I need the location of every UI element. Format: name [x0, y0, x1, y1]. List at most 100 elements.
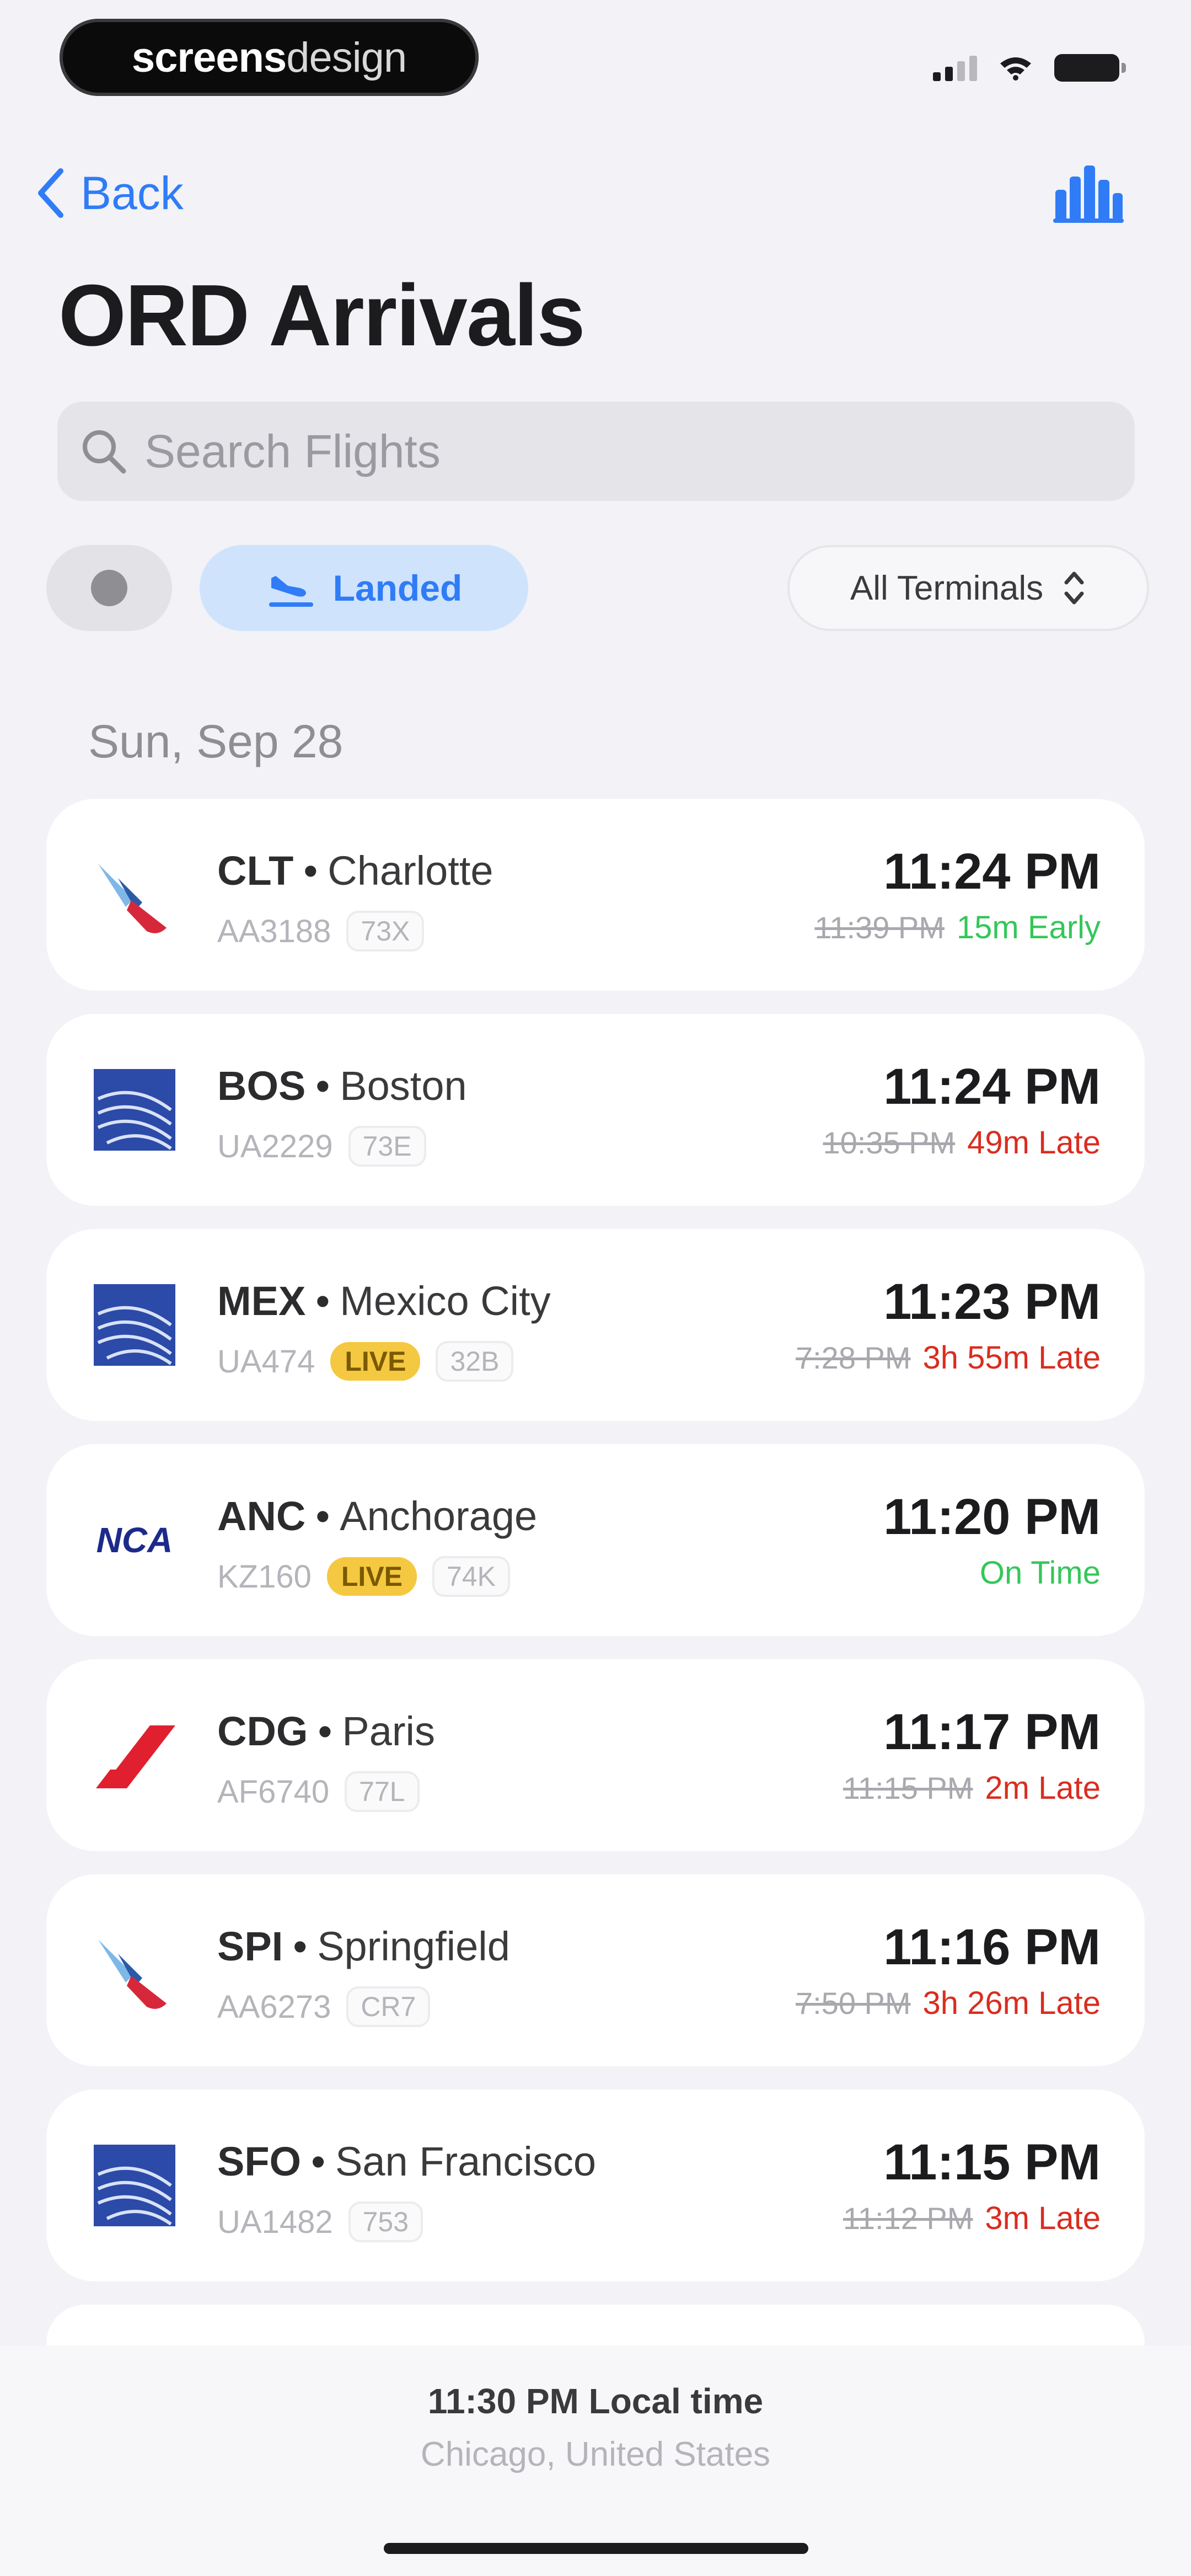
flight-card-bos[interactable]: BOS • Boston UA2229 73E 11:24 PM 10:35 PM …: [46, 1014, 1145, 1206]
svg-text:NCA: NCA: [96, 1520, 173, 1560]
bottom-bar: 11:30 PM Local time Chicago, United Stat…: [0, 2345, 1191, 2576]
search-icon: [83, 430, 126, 474]
city-name: Springfield: [317, 1923, 510, 1969]
terminal-select-label: All Terminals: [850, 569, 1044, 607]
arrival-time: 11:23 PM: [883, 1274, 1101, 1330]
nca-logo: NCA: [85, 1490, 184, 1590]
filter-bar: Landed All Terminals: [46, 545, 1149, 631]
flight-number: UA474: [217, 1343, 315, 1380]
scheduled-time: 7:28 PM: [795, 1340, 911, 1375]
flight-card-anc[interactable]: NCA ANC • Anchorage KZ160 LIVE 74K 11:20 P…: [46, 1444, 1145, 1636]
arrival-time: 11:24 PM: [883, 843, 1101, 900]
home-indicator[interactable]: [384, 2543, 808, 2554]
aircraft-type-badge: 753: [348, 2201, 423, 2242]
watermark-bold-text: screens: [131, 34, 287, 81]
city-name: San Francisco: [335, 2139, 597, 2184]
route-separator: •: [315, 1278, 330, 1324]
watermark-thin-text: design: [286, 34, 407, 81]
flight-meta: AF6740 77L: [217, 1768, 420, 1815]
city-name: Anchorage: [340, 1493, 538, 1539]
flight-meta: KZ160 LIVE 74K: [217, 1553, 510, 1600]
airport-code: CDG: [217, 1708, 308, 1754]
schedule-status: 7:28 PM 3h 55m Late: [796, 1339, 1101, 1376]
city-name: Charlotte: [328, 848, 493, 894]
schedule-status: 10:35 PM 49m Late: [823, 1124, 1101, 1161]
city-name: Boston: [340, 1063, 467, 1109]
flight-card-mex[interactable]: MEX • Mexico City UA474 LIVE 32B 11:23 PM …: [46, 1229, 1145, 1421]
route-separator: •: [303, 848, 318, 894]
city-name: Mexico City: [340, 1278, 551, 1324]
delay-status: 2m Late: [985, 1770, 1101, 1806]
airport-code: BOS: [217, 1063, 306, 1109]
flight-number: KZ160: [217, 1558, 312, 1595]
delay-status: 49m Late: [967, 1125, 1101, 1161]
arrival-time: 11:17 PM: [883, 1704, 1101, 1760]
route: BOS • Boston: [217, 1062, 467, 1109]
flight-number: UA2229: [217, 1128, 333, 1164]
american-airlines-logo: [85, 1921, 184, 2020]
schedule-status: On Time: [980, 1554, 1101, 1591]
united-airlines-logo: [85, 1060, 184, 1159]
filter-all-button[interactable]: [46, 545, 172, 631]
bar-chart-icon: [1053, 165, 1124, 223]
screensdesign-watermark: screens design: [60, 19, 479, 96]
schedule-status: 11:15 PM 2m Late: [843, 1770, 1101, 1807]
flight-meta: UA474 LIVE 32B: [217, 1338, 514, 1385]
aircraft-type-badge: 32B: [436, 1341, 514, 1382]
flight-list: CLT • Charlotte AA3188 73X 11:24 PM 11:39 …: [46, 799, 1145, 2382]
arrival-time: 11:15 PM: [883, 2134, 1101, 2190]
aircraft-type-badge: CR7: [346, 1986, 431, 2027]
air-france-logo: [85, 1706, 184, 1805]
aircraft-type-badge: 73X: [346, 911, 425, 952]
route: CLT • Charlotte: [217, 847, 493, 894]
page-title: ORD Arrivals: [58, 267, 586, 364]
aircraft-type-badge: 73E: [348, 1126, 426, 1167]
flight-number: AF6740: [217, 1773, 330, 1810]
chevron-left-icon: [38, 168, 63, 218]
status-icons: [933, 49, 1126, 87]
aircraft-type-badge: 77L: [345, 1771, 420, 1812]
airport-code: SFO: [217, 2139, 302, 2184]
scheduled-time: 7:50 PM: [795, 1986, 911, 2021]
back-button-label: Back: [81, 167, 184, 219]
status-bar: screens design: [0, 0, 1191, 121]
back-button[interactable]: Back: [34, 160, 184, 226]
flight-meta: UA2229 73E: [217, 1123, 426, 1169]
flight-number: UA1482: [217, 2204, 333, 2240]
live-badge: LIVE: [326, 1557, 417, 1596]
delay-status: 15m Early: [956, 910, 1101, 945]
schedule-status: 11:39 PM 15m Early: [814, 909, 1101, 946]
wifi-icon: [1000, 57, 1031, 81]
scheduled-time: 11:39 PM: [814, 910, 945, 945]
arrival-time: 11:20 PM: [883, 1489, 1101, 1545]
flight-card-sfo[interactable]: SFO • San Francisco UA1482 753 11:15 PM 11…: [46, 2089, 1145, 2281]
flight-meta: UA1482 753: [217, 2199, 423, 2245]
united-airlines-logo: [85, 2136, 184, 2235]
flight-meta: AA3188 73X: [217, 908, 425, 954]
flight-meta: AA6273 CR7: [217, 1984, 431, 2030]
statistics-button[interactable]: [1051, 161, 1126, 225]
delay-status: 3h 26m Late: [922, 1985, 1101, 2021]
local-location: Chicago, United States: [420, 2435, 771, 2473]
airport-code: SPI: [217, 1923, 283, 1969]
route: MEX • Mexico City: [217, 1278, 551, 1324]
filter-landed-button[interactable]: Landed: [200, 545, 528, 631]
arrival-time: 11:16 PM: [883, 1919, 1101, 1975]
flight-card-spi[interactable]: SPI • Springfield AA6273 CR7 11:16 PM 7:50…: [46, 1874, 1145, 2066]
delay-status: 3m Late: [985, 2200, 1101, 2236]
search-input[interactable]: [144, 418, 1082, 484]
delay-status: 3h 55m Late: [922, 1340, 1101, 1376]
filter-dot-icon: [91, 570, 127, 606]
route: SFO • San Francisco: [217, 2138, 596, 2185]
route-separator: •: [318, 1708, 332, 1754]
terminal-select[interactable]: All Terminals: [787, 545, 1149, 631]
route: CDG • Paris: [217, 1708, 435, 1755]
search-bar[interactable]: [57, 402, 1135, 501]
route: ANC • Anchorage: [217, 1493, 537, 1540]
date-header: Sun, Sep 28: [88, 715, 344, 767]
chevron-up-down-icon: [1064, 571, 1084, 605]
flight-card-clt[interactable]: CLT • Charlotte AA3188 73X 11:24 PM 11:39 …: [46, 799, 1145, 991]
aircraft-type-badge: 74K: [432, 1556, 510, 1597]
flight-card-cdg[interactable]: CDG • Paris AF6740 77L 11:17 PM 11:15 PM 2…: [46, 1659, 1145, 1851]
delay-status: On Time: [979, 1555, 1101, 1591]
